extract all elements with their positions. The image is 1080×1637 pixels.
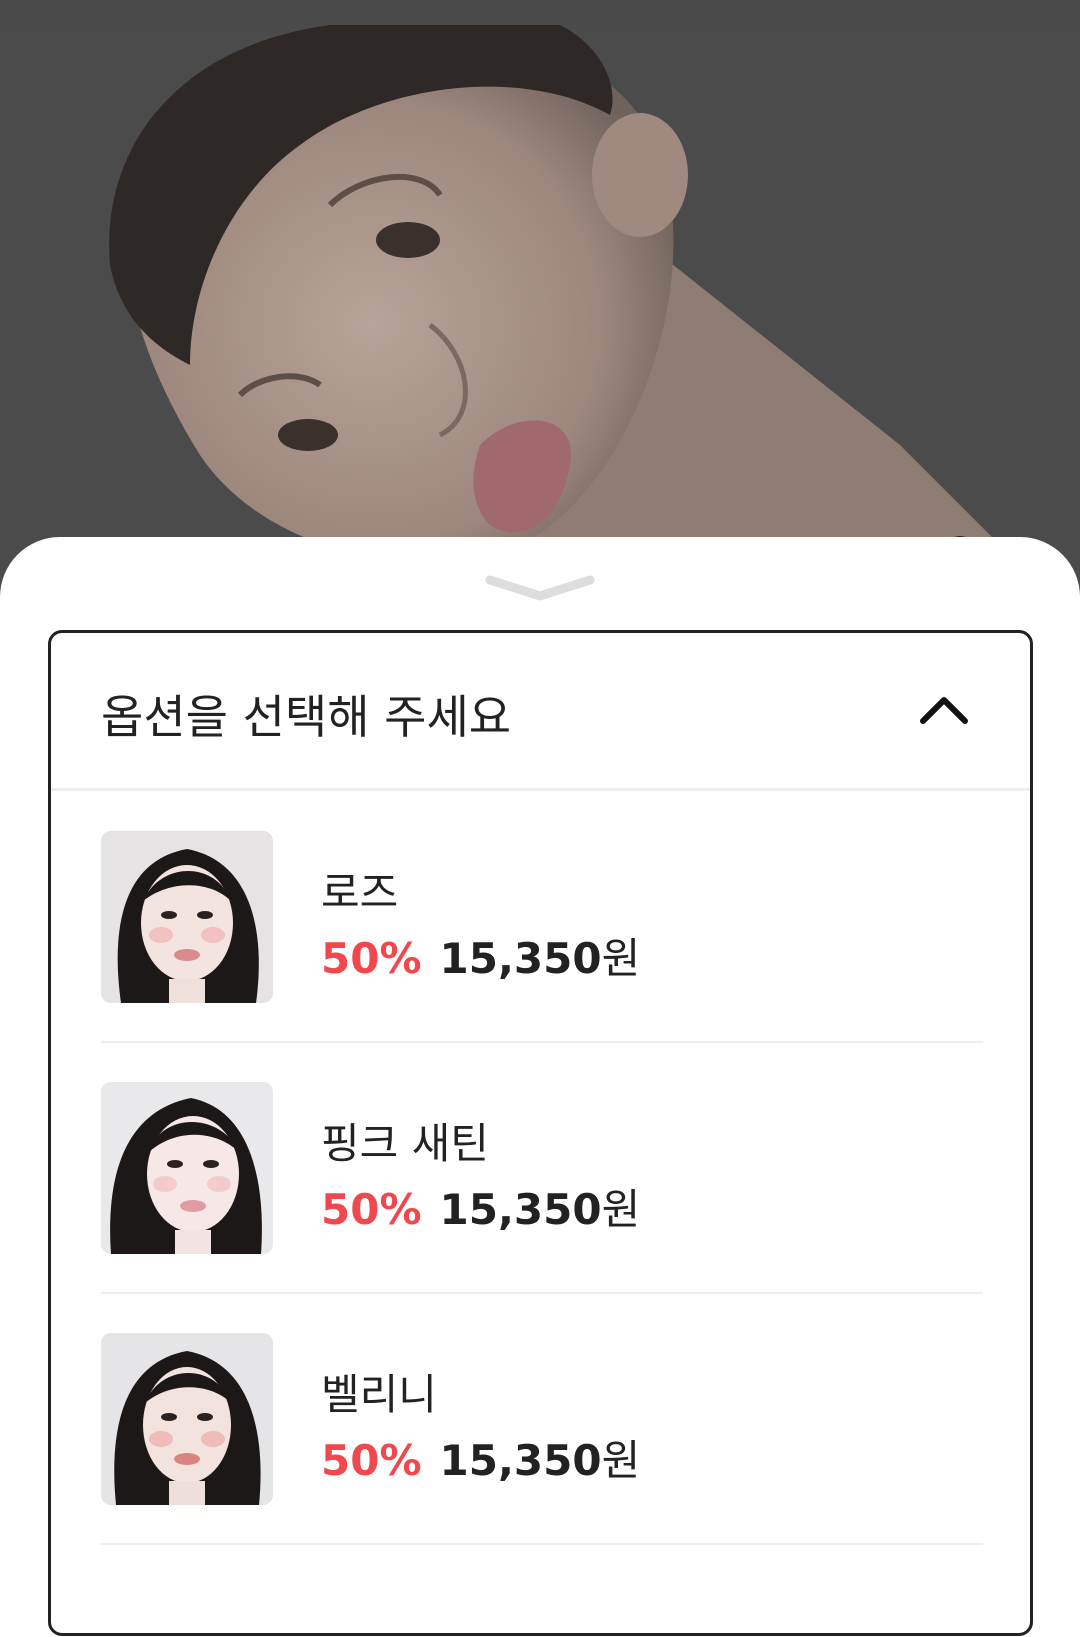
- hero-model-photo: [0, 25, 1080, 585]
- divider: [101, 1543, 983, 1545]
- option-dropdown: 옵션을 선택해 주세요 로즈 50% 15,350원 핑크 새틴 50% 15,…: [48, 630, 1033, 1636]
- option-price-row: 50% 15,350원: [321, 1427, 640, 1488]
- option-thumbnail: [101, 831, 273, 1003]
- option-placeholder: 옵션을 선택해 주세요: [101, 690, 512, 744]
- sheet-close-handle[interactable]: [484, 574, 596, 604]
- discount-rate: 50%: [321, 1436, 422, 1485]
- option-name: 핑크 새틴: [321, 1119, 489, 1168]
- option-thumbnail: [101, 1333, 273, 1505]
- chevron-up-icon[interactable]: [917, 691, 971, 727]
- currency-unit: 원: [601, 1436, 641, 1485]
- option-item[interactable]: 벨리니 50% 15,350원: [101, 1333, 983, 1583]
- discount-rate: 50%: [321, 1185, 422, 1234]
- option-dropdown-header[interactable]: 옵션을 선택해 주세요: [51, 633, 1030, 791]
- option-item[interactable]: 핑크 새틴 50% 15,350원: [101, 1082, 983, 1332]
- divider: [101, 1041, 983, 1043]
- divider: [101, 1292, 983, 1294]
- chevron-down-icon[interactable]: [484, 574, 596, 604]
- discount-rate: 50%: [321, 934, 422, 983]
- option-price: 15,350: [439, 934, 602, 983]
- option-price-row: 50% 15,350원: [321, 925, 640, 986]
- option-item[interactable]: 로즈 50% 15,350원: [101, 831, 983, 1081]
- option-name: 벨리니: [321, 1370, 437, 1419]
- currency-unit: 원: [601, 1185, 641, 1234]
- option-thumbnail: [101, 1082, 273, 1254]
- currency-unit: 원: [601, 934, 641, 983]
- option-name: 로즈: [321, 868, 399, 917]
- option-price: 15,350: [439, 1185, 602, 1234]
- option-price: 15,350: [439, 1436, 602, 1485]
- option-price-row: 50% 15,350원: [321, 1176, 640, 1237]
